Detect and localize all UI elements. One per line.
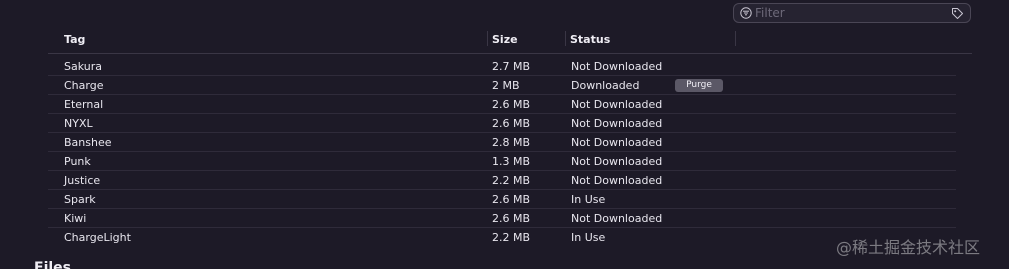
table-row[interactable]: NYXL 2.6 MB Not Downloaded [48, 114, 956, 133]
tag-cell: Eternal [64, 98, 104, 111]
table-row[interactable]: Banshee 2.8 MB Not Downloaded [48, 133, 956, 152]
filter-circle-icon[interactable] [740, 7, 752, 19]
table-row[interactable]: Charge 2 MB Downloaded Purge [48, 76, 956, 95]
size-cell: 1.3 MB [492, 155, 531, 168]
status-cell: Not Downloaded [571, 117, 663, 130]
size-cell: 2.6 MB [492, 212, 531, 225]
size-cell: 2.7 MB [492, 60, 531, 73]
filter-field[interactable] [733, 3, 971, 23]
watermark-text: @稀土掘金技术社区 [836, 238, 981, 257]
status-cell: In Use [571, 193, 606, 206]
size-cell: 2 MB [492, 79, 520, 92]
column-header-size[interactable]: Size [492, 33, 518, 46]
status-cell: In Use [571, 231, 606, 244]
status-cell: Not Downloaded [571, 60, 663, 73]
tag-cell: NYXL [64, 117, 93, 130]
on-demand-resources-panel: Tag Size Status Sakura 2.7 MB Not Downlo… [0, 0, 1009, 269]
tag-icon[interactable] [951, 7, 964, 20]
size-cell: 2.6 MB [492, 117, 531, 130]
tag-cell: Punk [64, 155, 91, 168]
tag-cell: Justice [64, 174, 101, 187]
column-header-status[interactable]: Status [570, 33, 610, 46]
tag-cell: ChargeLight [64, 231, 131, 244]
size-cell: 2.8 MB [492, 136, 531, 149]
size-cell: 2.6 MB [492, 193, 531, 206]
table-row[interactable]: Sakura 2.7 MB Not Downloaded [48, 57, 956, 76]
size-cell: 2.2 MB [492, 174, 531, 187]
table-row[interactable]: ChargeLight 2.2 MB In Use [48, 228, 956, 247]
tag-cell: Charge [64, 79, 104, 92]
filter-input[interactable] [755, 5, 945, 21]
tag-cell: Kiwi [64, 212, 87, 225]
table-row[interactable]: Punk 1.3 MB Not Downloaded [48, 152, 956, 171]
table-header: Tag Size Status [48, 29, 972, 54]
status-cell: Not Downloaded [571, 155, 663, 168]
files-section-title: Files [34, 260, 71, 269]
tag-cell: Sakura [64, 60, 102, 73]
status-cell: Downloaded [571, 79, 640, 92]
status-cell: Not Downloaded [571, 174, 663, 187]
table-row[interactable]: Justice 2.2 MB Not Downloaded [48, 171, 956, 190]
table-row[interactable]: Eternal 2.6 MB Not Downloaded [48, 95, 956, 114]
column-divider[interactable] [565, 31, 566, 46]
table-body: Sakura 2.7 MB Not Downloaded Charge 2 MB… [48, 57, 956, 247]
table-row[interactable]: Spark 2.6 MB In Use [48, 190, 956, 209]
tag-cell: Banshee [64, 136, 112, 149]
column-header-tag[interactable]: Tag [64, 33, 85, 46]
column-divider[interactable] [487, 31, 488, 46]
purge-button[interactable]: Purge [675, 79, 723, 92]
size-cell: 2.6 MB [492, 98, 531, 111]
column-divider[interactable] [735, 31, 736, 46]
status-cell: Not Downloaded [571, 212, 663, 225]
tag-cell: Spark [64, 193, 96, 206]
table-row[interactable]: Kiwi 2.6 MB Not Downloaded [48, 209, 956, 228]
size-cell: 2.2 MB [492, 231, 531, 244]
status-cell: Not Downloaded [571, 98, 663, 111]
status-cell: Not Downloaded [571, 136, 663, 149]
